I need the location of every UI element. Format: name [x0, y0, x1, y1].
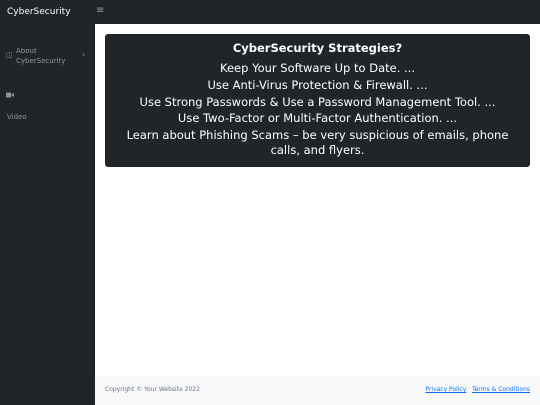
- sidebar-item-about-cybersecurity[interactable]: ◫ About CyberSecurity ›: [0, 44, 95, 70]
- list-item: Learn about Phishing Scams – be very sus…: [126, 128, 509, 157]
- main-content: CyberSecurity Strategies? Keep Your Soft…: [95, 24, 540, 376]
- hamburger-icon: ≡: [96, 5, 105, 16]
- strategies-list: Keep Your Software Up to Date. ... Use A…: [105, 59, 530, 158]
- terms-link[interactable]: Terms & Conditions: [472, 386, 530, 393]
- sidebar: ◫ About CyberSecurity › Video: [0, 24, 95, 405]
- columns-icon: ◫: [6, 51, 13, 59]
- separator: ·: [468, 386, 471, 393]
- strategies-card: CyberSecurity Strategies? Keep Your Soft…: [105, 34, 530, 167]
- top-navbar: CyberSecurity ≡: [0, 0, 540, 24]
- list-item: Keep Your Software Up to Date. ...: [220, 61, 415, 75]
- chevron-right-icon: ›: [82, 50, 86, 59]
- list-item: Use Two-Factor or Multi-Factor Authentic…: [177, 111, 458, 126]
- list-item: Use Anti-Virus Protection & Firewall. ..…: [207, 77, 428, 92]
- list-item: Use Strong Passwords & Use a Password Ma…: [139, 94, 496, 109]
- footer: Copyright © Your Website 2022 Privacy Po…: [95, 376, 540, 405]
- footer-links: Privacy Policy · Terms & Conditions: [425, 386, 530, 394]
- sidebar-item-video[interactable]: Video: [7, 112, 67, 122]
- video-icon[interactable]: [6, 92, 20, 100]
- privacy-policy-link[interactable]: Privacy Policy: [425, 386, 466, 393]
- copyright-text: Copyright © Your Website 2022: [105, 386, 200, 393]
- card-title: CyberSecurity Strategies?: [232, 41, 403, 55]
- sidebar-item-label: About CyberSecurity: [16, 47, 66, 65]
- navbar-brand[interactable]: CyberSecurity: [7, 0, 71, 24]
- sidebar-toggle-button[interactable]: ≡: [96, 0, 104, 24]
